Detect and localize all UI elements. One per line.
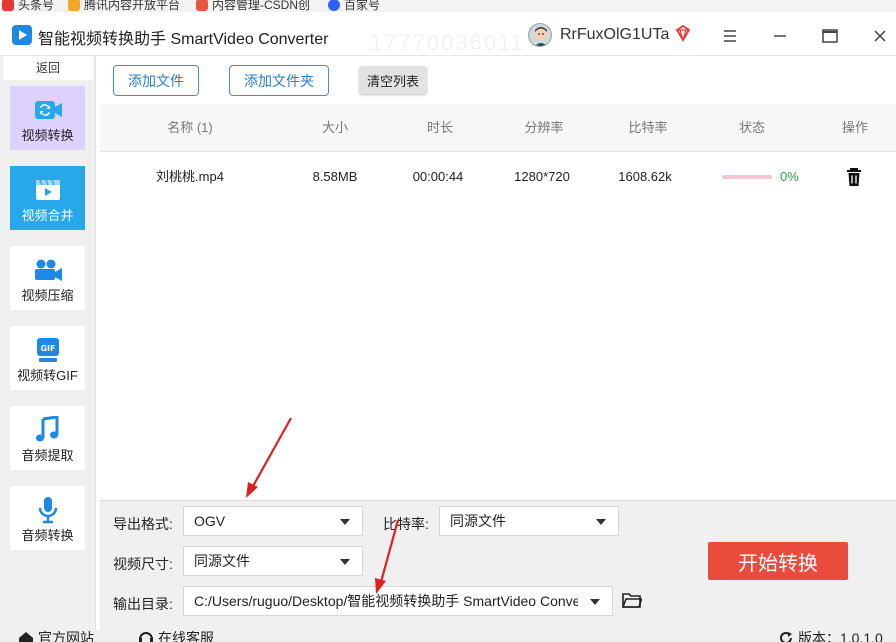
toutiao-icon bbox=[2, 0, 14, 11]
svg-text:GIF: GIF bbox=[40, 344, 55, 353]
table-row[interactable]: 刘桃桃.mp4 8.58MB 00:00:44 1280*720 1608.62… bbox=[100, 152, 896, 202]
chevron-down-icon bbox=[590, 599, 600, 605]
sidebar-item-video-convert[interactable]: 视频转换 bbox=[10, 86, 85, 150]
size-select[interactable]: 同源文件 bbox=[183, 546, 363, 576]
username[interactable]: RrFuxOlG1UTa bbox=[560, 26, 669, 44]
progress-percent: 0% bbox=[780, 169, 799, 184]
clear-list-button[interactable]: 清空列表 bbox=[359, 66, 427, 94]
sidebar-item-video-gif[interactable]: GIF 视频转GIF bbox=[10, 326, 85, 390]
microphone-icon bbox=[38, 497, 57, 524]
file-list: 刘桃桃.mp4 8.58MB 00:00:44 1280*720 1608.62… bbox=[100, 152, 896, 500]
version-info[interactable]: 版本：1.0.1.0 bbox=[778, 630, 883, 642]
bookmark-item[interactable]: 内容管理-CSDN创 bbox=[196, 0, 310, 12]
sidebar-item-video-merge[interactable]: 视频合并 bbox=[10, 166, 85, 230]
output-dir-value: C:/Users/ruguo/Desktop/智能视频转换助手 SmartVid… bbox=[194, 593, 578, 609]
sidebar-item-label: 视频转换 bbox=[21, 128, 74, 143]
table-header: 名称 (1) 大小 时长 分辨率 比特率 状态 操作 bbox=[100, 104, 896, 152]
file-resolution: 1280*720 bbox=[514, 169, 570, 184]
size-value: 同源文件 bbox=[194, 553, 250, 569]
bitrate-value: 同源文件 bbox=[450, 513, 506, 529]
sidebar-item-video-compress[interactable]: 视频压缩 bbox=[10, 246, 85, 310]
format-value: OGV bbox=[194, 513, 226, 529]
add-file-button[interactable]: 添加文件 bbox=[113, 65, 199, 96]
close-icon[interactable] bbox=[868, 24, 892, 48]
bitrate-label: 比特率: bbox=[383, 516, 429, 532]
bookmarks-bar: 头条号 腾讯内容开放平台 内容管理-CSDN创 百家号 bbox=[0, 0, 896, 12]
refresh-icon bbox=[780, 632, 792, 642]
file-bitrate: 1608.62k bbox=[618, 169, 672, 184]
website-link[interactable]: 官方网站 bbox=[18, 630, 94, 642]
file-size: 8.58MB bbox=[312, 169, 358, 184]
maximize-icon[interactable] bbox=[818, 24, 842, 48]
sidebar-item-label: 视频转GIF bbox=[17, 368, 78, 383]
app-logo-icon bbox=[12, 25, 32, 45]
home-icon bbox=[19, 632, 33, 642]
menu-icon[interactable] bbox=[718, 24, 742, 48]
column-header-action: 操作 bbox=[841, 120, 868, 135]
column-header-status: 状态 bbox=[738, 120, 765, 135]
column-header-name[interactable]: 名称 (1) bbox=[150, 104, 230, 152]
folder-icon[interactable] bbox=[622, 591, 642, 609]
sidebar-item-audio-extract[interactable]: 音频提取 bbox=[10, 406, 85, 470]
diamond-icon[interactable] bbox=[674, 24, 692, 42]
column-header-size: 大小 bbox=[321, 120, 348, 135]
watermark: 17770036011 bbox=[370, 30, 525, 55]
baijiahao-icon bbox=[328, 0, 340, 11]
toolbar: 添加文件 添加文件夹 清空列表 bbox=[97, 56, 896, 104]
bitrate-select[interactable]: 同源文件 bbox=[439, 506, 619, 536]
csdn-icon bbox=[196, 0, 208, 11]
title-bar: 智能视频转换助手 SmartVideo Converter 1777003601… bbox=[0, 12, 896, 56]
back-button[interactable]: 返回 bbox=[3, 56, 93, 80]
output-dir-label: 输出目录: bbox=[113, 596, 173, 612]
sidebar-item-label: 视频压缩 bbox=[21, 288, 74, 303]
output-settings-panel: 导出格式: OGV 比特率: 同源文件 视频尺寸: 同源文件 输出目录: C:/… bbox=[100, 500, 896, 630]
bookmark-item[interactable]: 头条号 bbox=[2, 0, 54, 12]
column-header-duration: 时长 bbox=[426, 120, 453, 135]
sidebar-item-label: 音频转换 bbox=[21, 528, 74, 543]
gif-icon: GIF bbox=[36, 338, 59, 362]
headset-icon bbox=[139, 632, 153, 642]
file-name: 刘桃桃.mp4 bbox=[156, 169, 224, 184]
avatar[interactable] bbox=[528, 23, 552, 47]
bookmark-item[interactable]: 腾讯内容开放平台 bbox=[68, 0, 180, 12]
column-header-resolution: 分辨率 bbox=[524, 120, 564, 135]
chevron-down-icon bbox=[340, 519, 350, 525]
format-label: 导出格式: bbox=[113, 516, 173, 532]
add-folder-button[interactable]: 添加文件夹 bbox=[229, 65, 329, 96]
bookmark-item[interactable]: 百家号 bbox=[328, 0, 380, 12]
column-header-bitrate: 比特率 bbox=[628, 120, 668, 135]
format-select[interactable]: OGV bbox=[183, 506, 363, 536]
chevron-down-icon bbox=[340, 559, 350, 565]
music-note-icon bbox=[35, 416, 58, 442]
trash-icon[interactable] bbox=[844, 167, 864, 187]
footer: 官方网站 在线客服 版本：1.0.1.0 bbox=[0, 630, 896, 642]
start-convert-button[interactable]: 开始转换 bbox=[708, 542, 848, 580]
penguin-icon bbox=[68, 0, 80, 11]
support-link[interactable]: 在线客服 bbox=[138, 630, 214, 642]
sidebar-item-label: 音频提取 bbox=[21, 448, 74, 463]
sidebar-item-label: 视频合并 bbox=[21, 208, 74, 223]
sidebar: 返回 视频转换 视频合并 视频压缩 GIF 视频转GIF 音频提取 音频转换 bbox=[0, 56, 96, 630]
output-dir-select[interactable]: C:/Users/ruguo/Desktop/智能视频转换助手 SmartVid… bbox=[183, 586, 613, 616]
file-duration: 00:00:44 bbox=[412, 169, 464, 184]
sidebar-item-audio-convert[interactable]: 音频转换 bbox=[10, 486, 85, 550]
video-merge-icon bbox=[35, 179, 60, 200]
video-compress-icon bbox=[34, 259, 62, 281]
size-label: 视频尺寸: bbox=[113, 556, 173, 572]
video-convert-icon bbox=[34, 101, 62, 119]
chevron-down-icon bbox=[596, 519, 606, 525]
progress-bar bbox=[722, 175, 772, 179]
minimize-icon[interactable] bbox=[768, 24, 792, 48]
app-title: 智能视频转换助手 SmartVideo Converter bbox=[38, 31, 329, 48]
